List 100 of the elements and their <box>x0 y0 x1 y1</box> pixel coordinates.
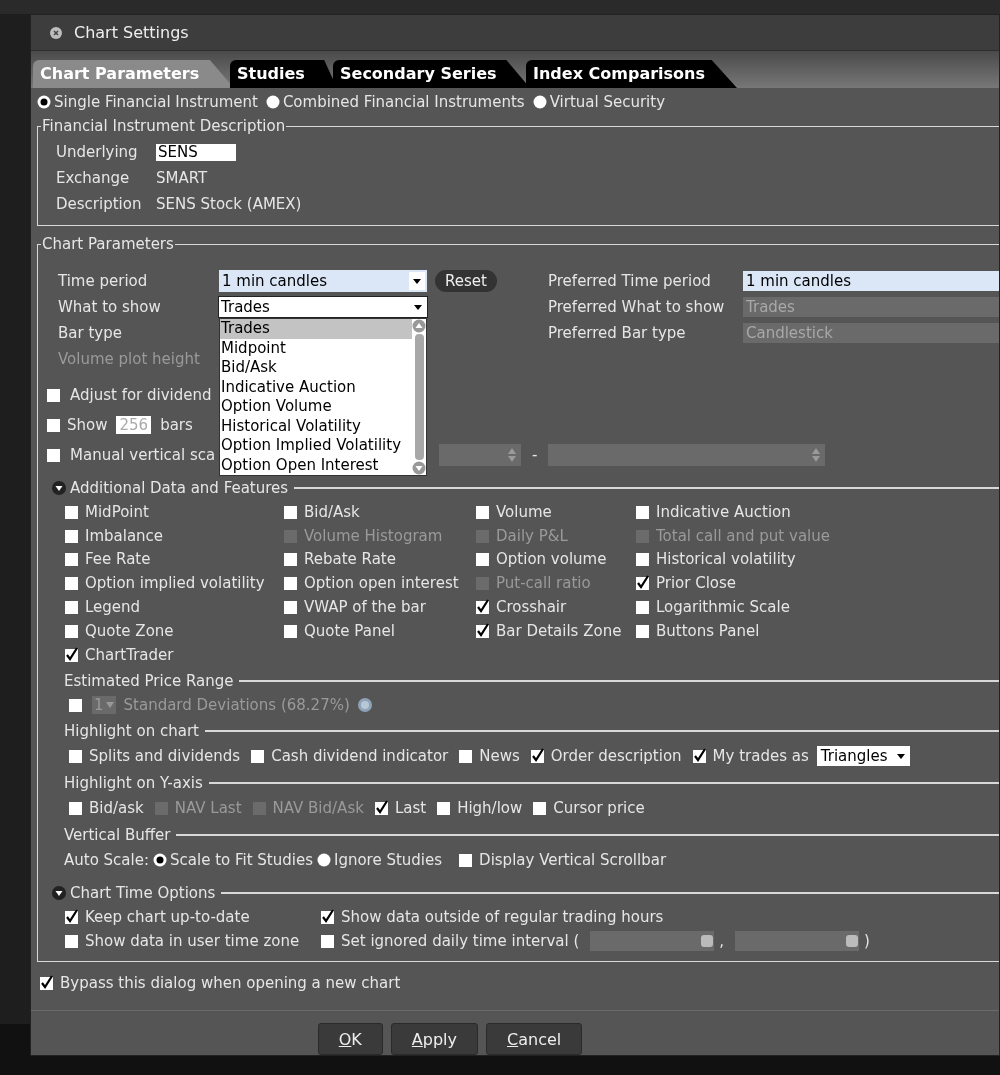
checkbox[interactable] <box>64 575 80 592</box>
checkbox-label: Splits and dividends <box>89 746 241 765</box>
checkbox-label: High/low <box>457 798 523 817</box>
close-icon[interactable] <box>50 26 62 39</box>
checkbox-label: ChartTrader <box>85 645 174 664</box>
field-label: Preferred Bar type <box>548 324 687 342</box>
combo-box[interactable]: 1 min candles <box>219 270 427 292</box>
dialog-button[interactable]: Cancel <box>486 1023 583 1055</box>
checkbox[interactable] <box>64 646 80 663</box>
checkbox-label: Quote Zone <box>85 621 174 640</box>
scroll-up-icon[interactable] <box>412 319 426 333</box>
dropdown[interactable]: Trades <box>219 297 427 317</box>
checkbox[interactable] <box>635 575 651 592</box>
checkbox-label: Daily P&L <box>496 526 568 545</box>
checkbox[interactable] <box>64 503 80 520</box>
scroll-down-icon[interactable] <box>412 461 426 475</box>
checkbox[interactable] <box>64 551 80 568</box>
checkbox[interactable] <box>283 551 299 568</box>
checkbox-label: Volume <box>496 502 552 521</box>
checkbox[interactable] <box>635 622 651 639</box>
checkbox[interactable] <box>250 747 267 764</box>
checkbox-label: Bid/Ask <box>304 502 360 521</box>
dropdown-option[interactable]: Midpoint <box>220 338 412 358</box>
radio-button[interactable] <box>37 95 51 109</box>
checkbox[interactable] <box>475 503 491 520</box>
checkbox-label: Cash dividend indicator <box>271 746 449 765</box>
checkbox-label: Bar Details Zone <box>496 621 622 640</box>
time-field[interactable] <box>735 930 860 951</box>
checkbox[interactable] <box>320 932 336 949</box>
checkbox-label: Buttons Panel <box>656 621 760 640</box>
checkbox[interactable] <box>475 622 491 639</box>
help-icon[interactable] <box>357 697 372 712</box>
checkbox-label: Prior Close <box>656 574 737 593</box>
checkbox[interactable] <box>64 599 80 616</box>
checkbox[interactable] <box>46 417 62 433</box>
collapse-icon[interactable] <box>52 481 66 495</box>
input-field[interactable]: 1 min candles <box>743 271 999 291</box>
tab[interactable]: Index Comparisons <box>526 60 737 88</box>
section-title: Highlight on Y-axis <box>64 773 203 792</box>
checkbox[interactable] <box>68 799 84 816</box>
checkbox[interactable] <box>68 747 84 764</box>
dropdown-option[interactable]: Historical Volatility <box>220 416 412 436</box>
dropdown-option[interactable]: Bid/Ask <box>220 358 412 378</box>
checkbox[interactable] <box>475 599 491 616</box>
reset-button[interactable]: Reset <box>435 270 497 292</box>
dropdown-option[interactable]: Option Open Interest <box>220 455 412 475</box>
checkbox[interactable] <box>436 799 453 816</box>
checkbox[interactable] <box>283 622 299 639</box>
checkbox[interactable] <box>283 503 299 520</box>
checkbox-label: Adjust for dividend <box>70 386 212 404</box>
scrollbar[interactable] <box>412 319 426 475</box>
section-title: Highlight on chart <box>64 721 199 740</box>
radio-label: Ignore Studies <box>333 850 443 869</box>
checkbox[interactable] <box>458 747 475 764</box>
time-field[interactable] <box>590 930 715 951</box>
radio-button[interactable] <box>532 95 547 109</box>
window-title: Chart Settings <box>74 23 189 43</box>
checkbox[interactable] <box>458 851 475 868</box>
checkbox[interactable] <box>64 527 80 544</box>
checkbox[interactable] <box>64 908 80 925</box>
checkbox[interactable] <box>283 575 299 592</box>
dropdown[interactable]: Triangles <box>816 745 910 766</box>
dropdown-option[interactable]: Trades <box>220 319 412 339</box>
checkbox[interactable] <box>46 447 62 463</box>
checkbox[interactable] <box>635 503 651 520</box>
checkbox-label: Show data in user time zone <box>85 931 300 950</box>
dropdown-option[interactable]: Indicative Auction <box>220 377 412 397</box>
checkbox-label: Keep chart up-to-date <box>85 907 250 926</box>
checkbox[interactable] <box>691 747 708 764</box>
dropdown-option[interactable]: Option Implied Volatility <box>220 436 412 456</box>
checkbox[interactable] <box>39 975 55 991</box>
checkbox[interactable] <box>475 551 491 568</box>
field-label: Underlying <box>56 143 139 161</box>
checkbox[interactable] <box>283 599 299 616</box>
scroll-thumb[interactable] <box>414 334 424 460</box>
checkbox[interactable] <box>68 696 84 713</box>
checkbox[interactable] <box>373 799 390 816</box>
dialog-button[interactable]: OK <box>317 1023 383 1055</box>
input-field[interactable]: SENS <box>156 143 236 161</box>
spin-field[interactable] <box>439 444 521 466</box>
input-field: Candlestick <box>743 323 999 343</box>
dropdown-option[interactable]: Option Volume <box>220 397 412 417</box>
checkbox[interactable] <box>529 747 546 764</box>
checkbox[interactable] <box>320 908 336 925</box>
radio-button[interactable] <box>265 95 280 109</box>
checkbox-label: Option open interest <box>304 574 459 593</box>
checkbox[interactable] <box>635 599 651 616</box>
collapse-icon[interactable] <box>52 885 66 900</box>
dialog-button[interactable]: Apply <box>390 1023 479 1055</box>
radio-button[interactable] <box>316 852 331 867</box>
checkbox[interactable] <box>46 387 62 403</box>
checkbox-label: Total call and put value <box>656 526 830 545</box>
radio-button[interactable] <box>153 852 167 867</box>
checkbox-label: Imbalance <box>85 526 164 545</box>
checkbox[interactable] <box>532 799 549 816</box>
spin-field[interactable] <box>548 444 826 466</box>
checkbox[interactable] <box>635 551 651 568</box>
checkbox[interactable] <box>64 622 80 639</box>
field-value: SMART <box>156 169 208 187</box>
checkbox[interactable] <box>64 932 80 949</box>
